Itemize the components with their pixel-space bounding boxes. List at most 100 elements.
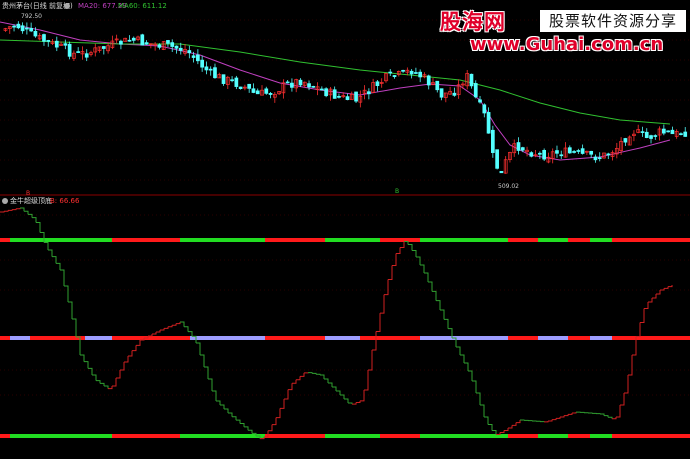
candle xyxy=(499,170,504,174)
candle xyxy=(25,27,29,30)
oscillator-step xyxy=(608,416,613,419)
oscillator-step xyxy=(660,288,665,291)
candle xyxy=(542,150,547,160)
oscillator-step xyxy=(128,350,133,357)
candle xyxy=(332,89,337,99)
oscillator-step xyxy=(236,419,241,424)
oscillator-step xyxy=(604,415,609,418)
oscillator-step xyxy=(548,419,553,422)
oscillator-step xyxy=(196,342,201,355)
candle xyxy=(473,83,478,98)
oscillator-step xyxy=(248,429,253,434)
watermark-slogan: 股票软件资源分享 xyxy=(540,10,686,32)
band-segment xyxy=(265,336,325,340)
oscillator-step xyxy=(560,415,565,418)
band-segment xyxy=(360,336,420,340)
oscillator-step xyxy=(552,418,557,421)
band-segment xyxy=(538,434,568,438)
candle xyxy=(290,82,294,88)
candle xyxy=(16,23,21,29)
candle xyxy=(157,44,162,48)
oscillator-step xyxy=(492,430,497,435)
indicator-bands xyxy=(0,238,690,438)
oscillator-step xyxy=(68,301,73,319)
candle xyxy=(495,149,499,169)
band-segment xyxy=(30,434,112,438)
candle xyxy=(555,150,559,154)
oscillator-step xyxy=(108,386,113,390)
candle xyxy=(683,131,688,137)
oscillator-step xyxy=(636,322,641,337)
oscillator-step xyxy=(664,286,669,289)
candle xyxy=(251,88,256,93)
candle xyxy=(178,47,183,51)
candle xyxy=(46,40,51,42)
oscillator-step xyxy=(408,244,413,251)
high-price-label: 792.50 xyxy=(21,13,42,20)
band-segment xyxy=(538,238,568,242)
oscillator-step xyxy=(276,408,281,419)
candle xyxy=(337,96,341,98)
candle xyxy=(388,71,393,74)
oscillator-step xyxy=(568,413,573,415)
band-segment xyxy=(568,434,590,438)
band-segment xyxy=(10,336,30,340)
oscillator-step xyxy=(484,416,489,425)
oscillator-line[interactable] xyxy=(0,207,673,440)
candle xyxy=(661,128,666,134)
candle xyxy=(593,156,598,161)
oscillator-step xyxy=(480,404,485,417)
oscillator-step xyxy=(56,262,61,270)
oscillator-step xyxy=(180,321,185,327)
candle xyxy=(221,74,226,84)
band-segment xyxy=(325,336,360,340)
settings-icon[interactable] xyxy=(64,3,70,9)
oscillator-step xyxy=(48,249,53,257)
oscillator-step xyxy=(164,326,169,329)
oscillator-step xyxy=(556,417,561,419)
band-segment xyxy=(265,434,325,438)
band-segment xyxy=(265,238,325,242)
oscillator-step xyxy=(332,386,337,391)
oscillator-step xyxy=(84,361,89,369)
oscillator-step xyxy=(416,256,421,265)
oscillator-step xyxy=(168,325,173,328)
oscillator-step xyxy=(216,400,221,405)
oscillator-step xyxy=(652,294,657,299)
indicator-settings-icon[interactable] xyxy=(2,198,8,204)
candle xyxy=(401,69,405,72)
oscillator-step xyxy=(612,417,617,420)
oscillator-step xyxy=(380,294,385,314)
candle xyxy=(144,42,149,45)
oscillator-step xyxy=(104,385,109,389)
band-segment xyxy=(420,434,508,438)
candle xyxy=(589,150,594,155)
candle xyxy=(76,51,81,53)
band-segment xyxy=(538,336,568,340)
oscillator-step xyxy=(472,380,477,393)
candle xyxy=(119,40,123,45)
oscillator-step xyxy=(328,382,333,387)
oscillator-step xyxy=(656,290,661,295)
candle xyxy=(666,130,670,133)
candle xyxy=(354,91,358,102)
band-segment xyxy=(568,238,590,242)
oscillator-step xyxy=(176,322,181,325)
candle xyxy=(208,68,213,71)
oscillator-step xyxy=(112,378,117,387)
oscillator-step xyxy=(100,382,105,386)
candle xyxy=(452,92,457,96)
candle xyxy=(42,34,46,42)
ma60-label: MA60: 611.12 xyxy=(118,2,167,10)
oscillator-step xyxy=(496,432,501,435)
oscillator-step xyxy=(44,242,49,250)
candle xyxy=(230,79,234,82)
candle xyxy=(520,147,525,151)
band-segment xyxy=(590,238,612,242)
candle xyxy=(131,37,136,41)
oscillator-step xyxy=(392,253,397,266)
oscillator-step xyxy=(572,412,577,414)
candle xyxy=(196,54,200,62)
oscillator-step xyxy=(156,330,161,333)
oscillator-step xyxy=(356,400,361,403)
